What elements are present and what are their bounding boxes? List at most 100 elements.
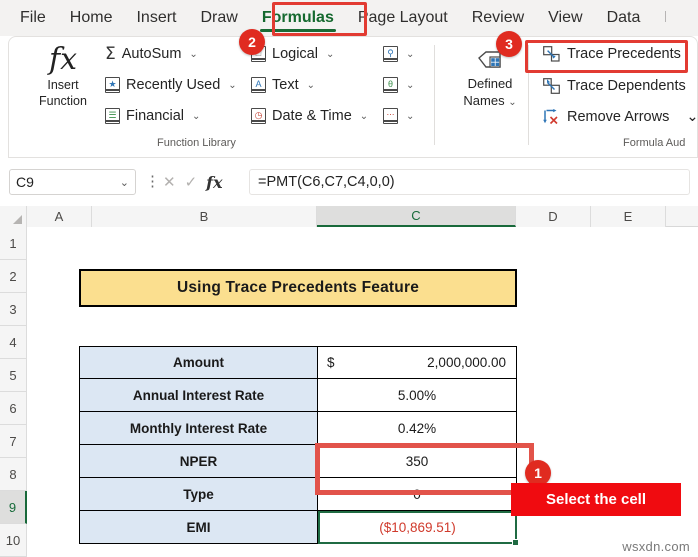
table-row: Amount $ 2,000,000.00 bbox=[79, 346, 517, 379]
logical-button[interactable]: □ Logical ⌄ bbox=[251, 46, 334, 62]
currency-symbol: $ bbox=[327, 355, 335, 370]
cell-value: 5.00% bbox=[397, 387, 437, 403]
autosum-button[interactable]: Σ AutoSum ⌄ bbox=[105, 46, 198, 63]
cell-value: 2,000,000.00 bbox=[427, 355, 506, 370]
chevron-down-icon[interactable]: ⌄ bbox=[686, 109, 698, 125]
defined-names-button[interactable]: Defined Names ⌄ bbox=[457, 49, 523, 111]
row-label-type[interactable]: Type bbox=[79, 478, 318, 511]
text-icon: A bbox=[251, 77, 266, 93]
insert-function-label-line2: Function bbox=[39, 94, 87, 108]
tab-home[interactable]: Home bbox=[58, 1, 125, 35]
trace-dependents-button[interactable]: Trace Dependents bbox=[543, 78, 686, 94]
cell-c5-annual-interest-rate[interactable]: 5.00% bbox=[318, 379, 517, 412]
lookup-reference-button[interactable]: ⚲ ⌄ bbox=[383, 46, 414, 62]
date-time-button[interactable]: ◷ Date & Time ⌄ bbox=[251, 108, 368, 124]
defined-names-label-line1: Defined bbox=[467, 76, 513, 91]
financial-label: Financial bbox=[126, 108, 185, 124]
function-library-group-label: Function Library bbox=[157, 137, 236, 149]
formula-text: =PMT(C6,C7,C4,0,0) bbox=[258, 174, 395, 190]
row-header-5[interactable]: 5 bbox=[0, 359, 27, 392]
active-tab-underline bbox=[259, 29, 336, 32]
ribbon: fx Insert Function Σ AutoSum ⌄ ★ Recentl… bbox=[0, 36, 698, 160]
enter-icon[interactable]: ✓ bbox=[185, 173, 198, 191]
insert-function-button[interactable]: fx Insert Function bbox=[33, 43, 93, 109]
formula-input[interactable]: =PMT(C6,C7,C4,0,0) bbox=[249, 169, 690, 195]
column-header-row: A B C D E bbox=[0, 206, 698, 227]
trace-precedents-button[interactable]: Trace Precedents bbox=[543, 46, 681, 62]
recently-used-button[interactable]: ★ Recently Used ⌄ bbox=[105, 77, 237, 93]
row-header-6[interactable]: 6 bbox=[0, 392, 27, 425]
formula-bar-menu-icon[interactable]: ⋮ bbox=[145, 173, 160, 191]
financial-button[interactable]: ☰ Financial ⌄ bbox=[105, 108, 200, 124]
row-header-10[interactable]: 10 bbox=[0, 524, 27, 557]
tab-view[interactable]: View bbox=[536, 1, 594, 35]
step-badge-3: 3 bbox=[496, 31, 522, 57]
insert-function-label-line1: Insert bbox=[47, 78, 79, 92]
title-banner-cell[interactable]: Using Trace Precedents Feature bbox=[79, 269, 517, 307]
tab-page-layout[interactable]: Page Layout bbox=[346, 1, 460, 35]
recently-used-icon: ★ bbox=[105, 77, 120, 93]
cancel-icon[interactable]: ✕ bbox=[163, 173, 176, 191]
row-label-nper[interactable]: NPER bbox=[79, 445, 318, 478]
chevron-down-icon[interactable]: ⌄ bbox=[406, 80, 414, 91]
chevron-down-icon[interactable]: ⌄ bbox=[406, 49, 414, 60]
chevron-down-icon[interactable]: ⌄ bbox=[120, 176, 129, 189]
chevron-down-icon[interactable]: ⌄ bbox=[360, 111, 368, 122]
table-row: EMI ($10,869.51) bbox=[79, 511, 519, 546]
tab-file[interactable]: File bbox=[0, 1, 58, 35]
column-header-b[interactable]: B bbox=[92, 206, 317, 227]
chevron-down-icon[interactable]: ⌄ bbox=[406, 111, 414, 122]
text-button[interactable]: A Text ⌄ bbox=[251, 77, 315, 93]
column-header-d[interactable]: D bbox=[516, 206, 591, 227]
cell-c4-amount[interactable]: $ 2,000,000.00 bbox=[318, 346, 517, 379]
column-header-e[interactable]: E bbox=[591, 206, 666, 227]
row-header-7[interactable]: 7 bbox=[0, 425, 27, 458]
step-badge-2: 2 bbox=[239, 29, 265, 55]
chevron-down-icon[interactable]: ⌄ bbox=[508, 97, 516, 108]
table-row: Annual Interest Rate 5.00% bbox=[79, 379, 517, 412]
tab-insert[interactable]: Insert bbox=[124, 1, 188, 35]
select-all-corner[interactable] bbox=[0, 206, 27, 227]
chevron-down-icon[interactable]: ⌄ bbox=[189, 49, 197, 60]
row-header-8[interactable]: 8 bbox=[0, 458, 27, 491]
chevron-down-icon[interactable]: ⌄ bbox=[192, 111, 200, 122]
defined-names-label-line2: Names ⌄ bbox=[463, 93, 517, 108]
cell-c9-emi-selected[interactable]: ($10,869.51) bbox=[318, 511, 519, 546]
row-header-1[interactable]: 1 bbox=[0, 227, 27, 260]
row-header-2[interactable]: 2 bbox=[0, 260, 27, 293]
chevron-down-icon[interactable]: ⌄ bbox=[228, 80, 236, 91]
chevron-down-icon[interactable]: ⌄ bbox=[307, 80, 315, 91]
math-trig-button[interactable]: θ ⌄ bbox=[383, 77, 414, 93]
ribbon-panel: fx Insert Function Σ AutoSum ⌄ ★ Recentl… bbox=[8, 36, 698, 158]
fill-handle[interactable] bbox=[512, 539, 519, 546]
row-label-monthly-interest-rate[interactable]: Monthly Interest Rate bbox=[79, 412, 318, 445]
row-label-amount[interactable]: Amount bbox=[79, 346, 318, 379]
ribbon-tab-bar: File Home Insert Draw Formulas Page Layo… bbox=[0, 0, 698, 36]
cell-c6-monthly-interest-rate[interactable]: 0.42% bbox=[318, 412, 517, 445]
more-functions-button[interactable]: ⋯ ⌄ bbox=[383, 108, 414, 124]
chevron-down-icon[interactable]: ⌄ bbox=[326, 49, 334, 60]
row-header-9[interactable]: 9 bbox=[0, 491, 27, 524]
tab-developer-clipped[interactable]: D bbox=[652, 1, 666, 35]
row-label-emi[interactable]: EMI bbox=[79, 511, 318, 544]
logical-label: Logical bbox=[272, 46, 318, 62]
tab-draw[interactable]: Draw bbox=[188, 1, 249, 35]
remove-arrows-button[interactable]: Remove Arrows ⌄ bbox=[543, 109, 698, 125]
group-divider bbox=[528, 45, 529, 145]
tab-review[interactable]: Review bbox=[460, 1, 536, 35]
row-header-3[interactable]: 3 bbox=[0, 293, 27, 326]
financial-icon: ☰ bbox=[105, 108, 120, 124]
lookup-reference-icon: ⚲ bbox=[383, 46, 398, 62]
select-the-cell-callout: Select the cell bbox=[511, 483, 681, 516]
column-header-c[interactable]: C bbox=[317, 206, 516, 227]
tab-formulas[interactable]: Formulas bbox=[250, 1, 346, 35]
formula-bar-buttons: ✕ ✓ fx bbox=[163, 169, 223, 195]
row-header-4[interactable]: 4 bbox=[0, 326, 27, 359]
insert-function-icon[interactable]: fx bbox=[206, 173, 222, 192]
table-row: Monthly Interest Rate 0.42% bbox=[79, 412, 517, 445]
tab-data[interactable]: Data bbox=[595, 1, 653, 35]
date-time-label: Date & Time bbox=[272, 108, 352, 124]
column-header-a[interactable]: A bbox=[27, 206, 92, 227]
name-box[interactable]: C9 ⌄ bbox=[9, 169, 136, 195]
row-label-annual-interest-rate[interactable]: Annual Interest Rate bbox=[79, 379, 318, 412]
